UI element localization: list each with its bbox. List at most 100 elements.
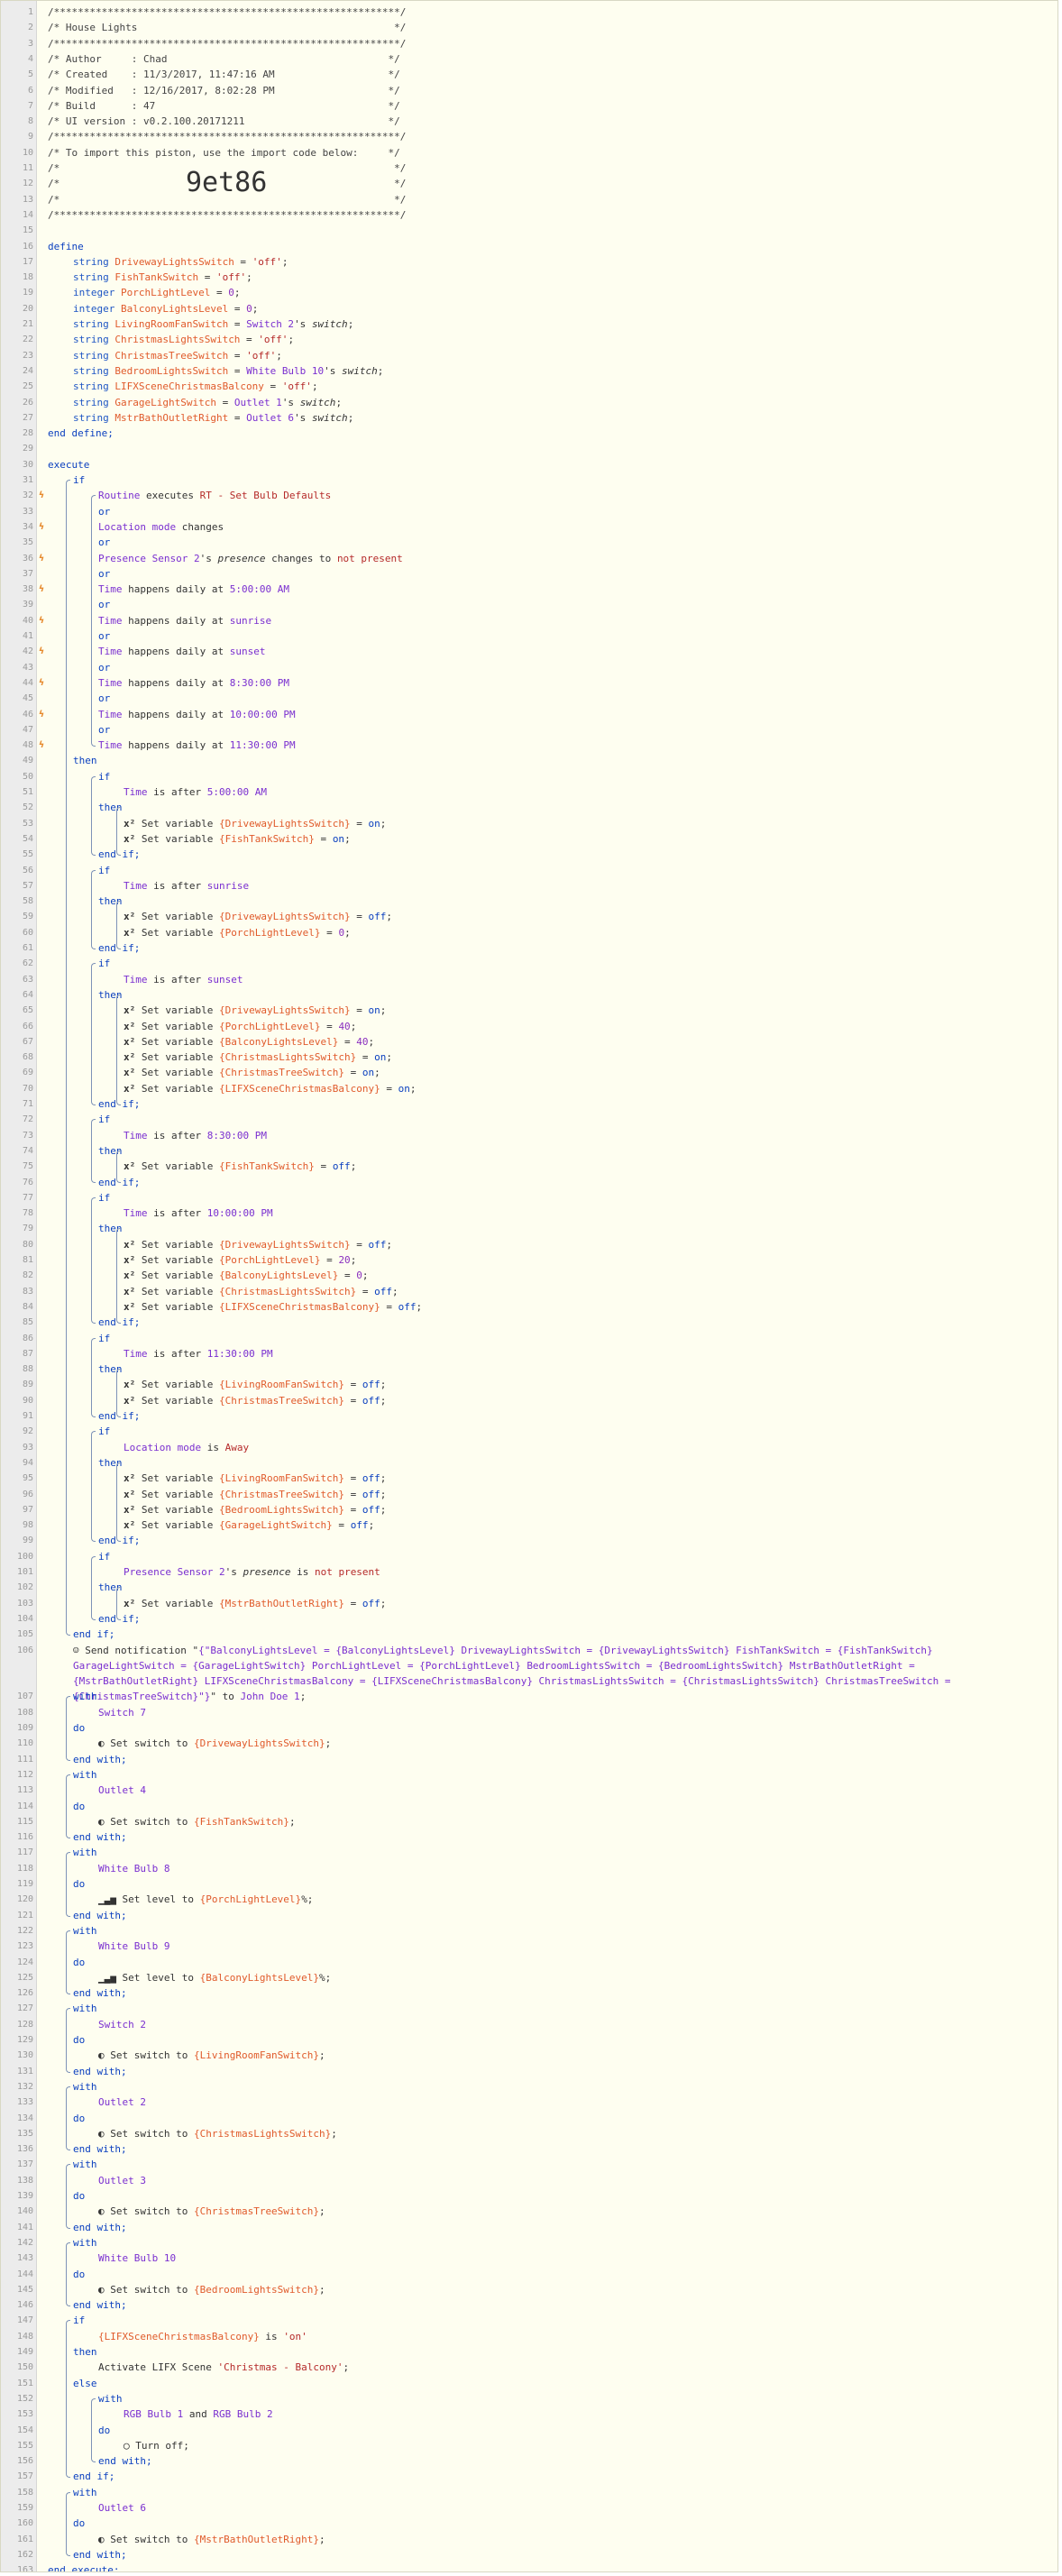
code-line[interactable]: ◐ Set switch to {LivingRoomFanSwitch}; xyxy=(98,2048,325,2063)
code-line[interactable]: Time is after 8:30:00 PM xyxy=(124,1128,267,1143)
code-line[interactable]: ◯ Turn off; xyxy=(124,2438,189,2453)
code-line[interactable]: ☺ Send notification "{"BalconyLightsLeve… xyxy=(73,1643,1032,1704)
code-line[interactable]: with xyxy=(73,1689,97,1704)
code-line[interactable]: Time is after 5:00:00 AM xyxy=(124,784,267,800)
code-line[interactable]: Routine executes RT - Set Bulb Defaults xyxy=(98,488,331,503)
code-line[interactable]: x² Set variable {LIFXSceneChristmasBalco… xyxy=(124,1299,422,1315)
code-line[interactable]: x² Set variable {ChristmasTreeSwitch} = … xyxy=(124,1487,386,1502)
code-line[interactable]: x² Set variable {LivingRoomFanSwitch} = … xyxy=(124,1471,386,1486)
code-line[interactable]: /* Modified : 12/16/2017, 8:02:28 PM */ xyxy=(48,83,400,98)
code-line[interactable]: Presence Sensor 2's presence is not pres… xyxy=(124,1564,380,1580)
code-line[interactable]: /* To import this piston, use the import… xyxy=(48,145,400,160)
code-line[interactable]: then xyxy=(73,2344,97,2360)
code-line[interactable]: x² Set variable {DrivewayLightsSwitch} =… xyxy=(124,1003,386,1018)
code-line[interactable]: Time happens daily at 11:30:00 PM xyxy=(98,738,296,753)
code-line[interactable]: Outlet 2 xyxy=(98,2095,146,2110)
code-line[interactable]: /* Created : 11/3/2017, 11:47:16 AM */ xyxy=(48,67,400,82)
code-line[interactable]: x² Set variable {PorchLightLevel} = 40; xyxy=(124,1019,356,1034)
code-line[interactable]: x² Set variable {BedroomLightsSwitch} = … xyxy=(124,1502,386,1517)
code-line[interactable]: end with; xyxy=(73,2220,127,2235)
code-line[interactable]: x² Set variable {MstrBathOutletRight} = … xyxy=(124,1596,386,1611)
code-line[interactable]: x² Set variable {BalconyLightsLevel} = 0… xyxy=(124,1268,369,1283)
code-line[interactable]: then xyxy=(73,753,97,768)
code-line[interactable]: define xyxy=(48,239,84,254)
code-line[interactable]: Switch 2 xyxy=(98,2017,146,2032)
code-line[interactable]: end execute; xyxy=(48,2562,119,2571)
code-line[interactable]: /* Build : 47 */ xyxy=(48,98,400,114)
code-line[interactable]: with xyxy=(73,2079,97,2095)
code-line[interactable]: White Bulb 10 xyxy=(98,2251,176,2266)
code-line[interactable]: Time happens daily at 10:00:00 PM xyxy=(98,707,296,722)
code-line[interactable]: Time is after sunset xyxy=(124,972,243,987)
code-line[interactable]: or xyxy=(98,691,110,706)
code-line[interactable]: x² Set variable {FishTankSwitch} = off; xyxy=(124,1159,356,1174)
code-line[interactable]: /* UI version : v0.2.100.20171211 */ xyxy=(48,114,400,129)
code-line[interactable]: end with; xyxy=(98,2453,152,2469)
code-line[interactable]: or xyxy=(98,597,110,612)
code-line[interactable]: /***************************************… xyxy=(48,36,406,51)
code-line[interactable]: with xyxy=(73,2235,97,2251)
code-line[interactable]: Time is after sunrise xyxy=(124,878,249,894)
code-line[interactable]: do xyxy=(73,1876,85,1892)
code-line[interactable]: x² Set variable {PorchLightLevel} = 20; xyxy=(124,1252,356,1268)
code-line[interactable]: x² Set variable {ChristmasLightsSwitch} … xyxy=(124,1050,392,1065)
code-line[interactable]: execute xyxy=(48,457,89,472)
code-line[interactable]: end if; xyxy=(73,1627,114,1642)
code-line[interactable]: do xyxy=(73,1955,85,1970)
code-line[interactable]: Switch 7 xyxy=(98,1705,146,1720)
code-line[interactable]: do xyxy=(73,2516,85,2531)
code-line[interactable]: if xyxy=(98,1549,110,1564)
code-line[interactable]: if xyxy=(98,1331,110,1346)
code-line[interactable]: x² Set variable {DrivewayLightsSwitch} =… xyxy=(124,816,386,831)
code-line[interactable]: end with; xyxy=(73,1908,127,1923)
code-line[interactable]: with xyxy=(73,1767,97,1783)
code-line[interactable]: or xyxy=(98,628,110,644)
code-line[interactable]: Activate LIFX Scene 'Christmas - Balcony… xyxy=(98,2360,349,2375)
code-line[interactable]: x² Set variable {ChristmasTreeSwitch} = … xyxy=(124,1065,380,1080)
code-line[interactable]: or xyxy=(98,535,110,550)
code-line[interactable]: if xyxy=(98,1190,110,1205)
code-line[interactable]: end with; xyxy=(73,1829,127,1845)
code-line[interactable]: end with; xyxy=(73,1985,127,2001)
code-line[interactable]: Outlet 6 xyxy=(98,2500,146,2516)
code-line[interactable]: end define; xyxy=(48,426,114,441)
code-line[interactable]: Presence Sensor 2's presence changes to … xyxy=(98,551,403,566)
code-line[interactable]: ◐ Set switch to {ChristmasLightsSwitch}; xyxy=(98,2126,337,2141)
code-line[interactable]: Outlet 4 xyxy=(98,1783,146,1798)
code-line[interactable]: with xyxy=(73,1923,97,1939)
code-line[interactable]: if xyxy=(98,1424,110,1439)
code-line[interactable]: /***************************************… xyxy=(48,207,406,223)
code-line[interactable]: ◐ Set switch to {FishTankSwitch}; xyxy=(98,1814,296,1829)
code-line[interactable]: with xyxy=(73,2157,97,2172)
code-line[interactable]: {LIFXSceneChristmasBalcony} is 'on' xyxy=(98,2329,307,2344)
code-line[interactable]: do xyxy=(73,2032,85,2048)
code-line[interactable]: or xyxy=(98,660,110,675)
code-line[interactable]: string ChristmasTreeSwitch = 'off'; xyxy=(73,348,282,363)
code-line[interactable]: x² Set variable {LivingRoomFanSwitch} = … xyxy=(124,1377,386,1392)
code-line[interactable]: do xyxy=(73,2111,85,2126)
code-line[interactable]: Time happens daily at 8:30:00 PM xyxy=(98,675,289,691)
code-line[interactable]: x² Set variable {GarageLightSwitch} = of… xyxy=(124,1517,374,1533)
code-line[interactable]: string LivingRoomFanSwitch = Switch 2's … xyxy=(73,316,353,332)
code-line[interactable]: end with; xyxy=(73,2547,127,2562)
code-line[interactable]: x² Set variable {DrivewayLightsSwitch} =… xyxy=(124,909,392,924)
code-line[interactable]: ◐ Set switch to {ChristmasTreeSwitch}; xyxy=(98,2204,325,2219)
code-line[interactable]: White Bulb 9 xyxy=(98,1939,169,1954)
code-line[interactable]: with xyxy=(73,1845,97,1860)
code-line[interactable]: or xyxy=(98,504,110,519)
code-line[interactable]: x² Set variable {FishTankSwitch} = on; xyxy=(124,831,351,847)
code-line[interactable]: ◐ Set switch to {MstrBathOutletRight}; xyxy=(98,2532,325,2547)
code-line[interactable]: x² Set variable {PorchLightLevel} = 0; xyxy=(124,925,351,940)
code-line[interactable]: or xyxy=(98,566,110,582)
code-line[interactable]: ◐ Set switch to {DrivewayLightsSwitch}; xyxy=(98,1736,331,1751)
code-line[interactable]: White Bulb 8 xyxy=(98,1861,169,1876)
code-line[interactable]: Outlet 3 xyxy=(98,2173,146,2188)
code-line[interactable]: end with; xyxy=(73,1752,127,1767)
code-line[interactable]: x² Set variable {LIFXSceneChristmasBalco… xyxy=(124,1081,417,1096)
code-line[interactable]: x² Set variable {ChristmasTreeSwitch} = … xyxy=(124,1393,386,1408)
code-line[interactable]: string GarageLightSwitch = Outlet 1's sw… xyxy=(73,395,342,410)
code-line[interactable]: RGB Bulb 1 and RGB Bulb 2 xyxy=(124,2406,273,2422)
code-line[interactable]: string MstrBathOutletRight = Outlet 6's … xyxy=(73,410,353,426)
code-line[interactable]: do xyxy=(73,1799,85,1814)
code-line[interactable]: if xyxy=(98,956,110,971)
